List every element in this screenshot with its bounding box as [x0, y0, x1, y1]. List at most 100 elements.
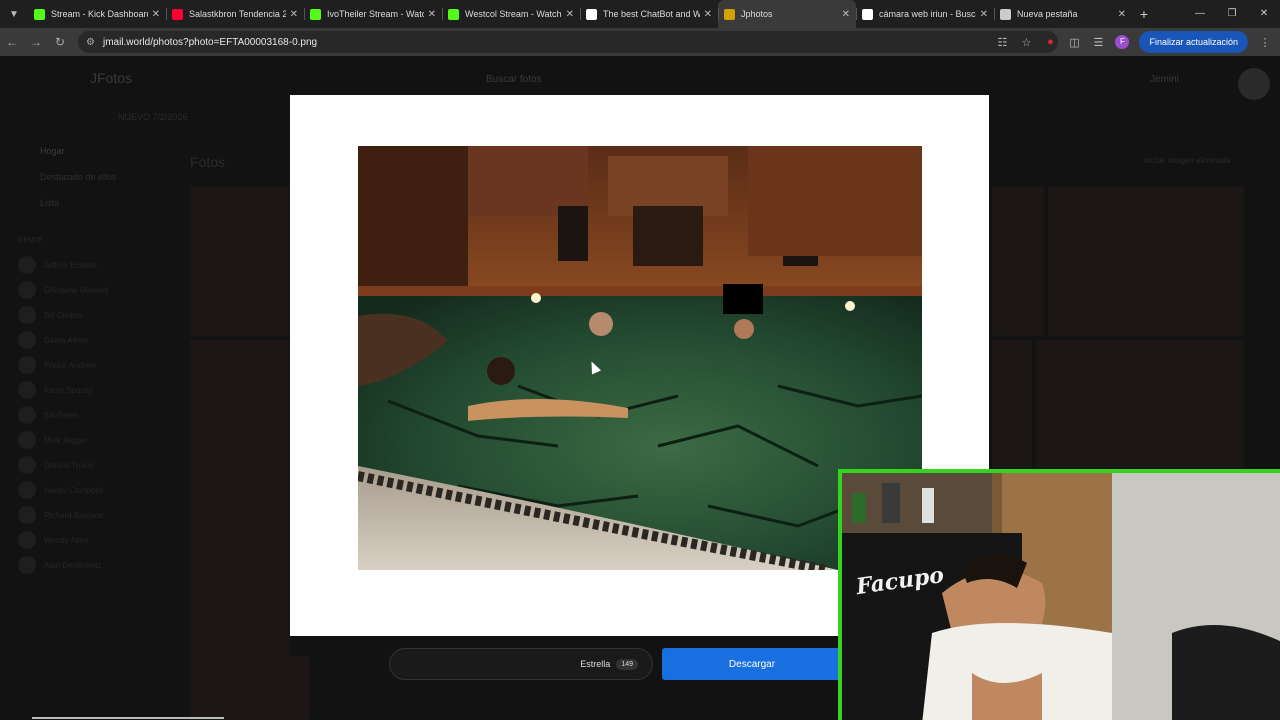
people-list-item[interactable]: Kevin Spacey	[18, 381, 108, 399]
person-name: Woody Allen	[44, 535, 89, 545]
people-list-item[interactable]: Gloria Allred	[18, 331, 108, 349]
tab-close-icon[interactable]: ✕	[566, 9, 574, 20]
download-button[interactable]: Descargar	[662, 648, 842, 680]
site-info-icon[interactable]: ⚙	[86, 37, 95, 48]
photo-thumbnail[interactable]	[190, 186, 290, 336]
sidebar-item-home[interactable]: Hogar	[40, 146, 117, 156]
restore-icon[interactable]: ❐	[1216, 0, 1248, 28]
tab-close-icon[interactable]: ✕	[704, 9, 712, 20]
people-list-item[interactable]: Donald Trump	[18, 456, 108, 474]
tab-favicon-icon	[1000, 8, 1011, 20]
person-avatar	[18, 281, 36, 299]
tab-close-icon[interactable]: ✕	[290, 9, 298, 20]
photo-thumbnail[interactable]	[1048, 186, 1244, 336]
media-queue-icon[interactable]: ☰	[1091, 36, 1105, 49]
people-list-item[interactable]: Bill Gates	[18, 406, 108, 424]
reload-icon[interactable]: ↻	[48, 35, 72, 49]
tab-bar: ▼ Stream - Kick Dashboard ✕ Salastkbron Te…	[0, 0, 1280, 28]
tab-favicon-icon	[448, 8, 459, 20]
people-heading: GENTE	[18, 237, 43, 244]
star-label: Estrella	[580, 659, 611, 669]
sidebar-item-list[interactable]: Lista	[40, 198, 117, 208]
browser-tab[interactable]: The best ChatBot and Wi ✕	[580, 0, 718, 28]
tab-title: Westcol Stream - Watch L	[465, 9, 562, 19]
person-avatar	[18, 406, 36, 424]
people-list-item[interactable]: Mick Jagger	[18, 431, 108, 449]
search-input[interactable]: Buscar fotos	[486, 74, 542, 85]
tab-favicon-icon	[34, 8, 45, 20]
browser-tab[interactable]: IvoTheiler Stream - Watch ✕	[304, 0, 442, 28]
people-list-item[interactable]: Naomi Campbell	[18, 481, 108, 499]
photo-thumbnail[interactable]	[190, 340, 290, 660]
photo-thumbnail[interactable]	[190, 656, 310, 720]
new-banner: NUEVO 7/2/2026	[118, 112, 188, 122]
sidebar-nav: Hogar Destacado de ellos Lista	[40, 146, 117, 208]
person-avatar	[18, 456, 36, 474]
tab-title: Jphotos	[741, 9, 773, 19]
address-bar[interactable]: ⚙ jmail.world/photos?photo=EFTA00003168-…	[78, 31, 1058, 53]
tab-title: IvoTheiler Stream - Watch	[327, 9, 424, 19]
progress-indicator	[32, 717, 224, 719]
tab-favicon-icon	[310, 8, 321, 20]
tab-close-icon[interactable]: ✕	[980, 9, 988, 20]
browser-tab[interactable]: Jphotos ✕	[718, 0, 856, 28]
person-name: Prince Andrew	[44, 360, 96, 370]
finish-update-button[interactable]: Finalizar actualización	[1139, 31, 1248, 53]
tab-title: Stream - Kick Dashboard	[51, 9, 148, 19]
extension-record-icon[interactable]: ●	[1043, 36, 1057, 48]
url-text: jmail.world/photos?photo=EFTA00003168-0.…	[102, 36, 318, 48]
person-avatar	[18, 331, 36, 349]
translate-icon[interactable]: ☷	[995, 36, 1009, 49]
person-avatar	[18, 556, 36, 574]
site-logo[interactable]: JFotos	[90, 70, 132, 86]
browser-tab[interactable]: Nueva pestaña ✕	[994, 0, 1132, 28]
tab-close-icon[interactable]: ✕	[152, 9, 160, 20]
photo-thumbnail[interactable]	[992, 186, 1044, 336]
browser-tab[interactable]: cámara web iriun - Busca ✕	[856, 0, 994, 28]
people-list-item[interactable]: Jeffrey Epstein	[18, 256, 108, 274]
person-name: Ghislaine Maxwell	[44, 285, 109, 295]
menu-kebab-icon[interactable]: ⋮	[1258, 36, 1272, 49]
person-avatar	[18, 431, 36, 449]
person-avatar	[18, 506, 36, 524]
people-list-item[interactable]: Prince Andrew	[18, 356, 108, 374]
new-tab-button[interactable]: +	[1132, 6, 1156, 22]
back-icon[interactable]: ←	[0, 35, 24, 49]
person-name: Naomi Campbell	[44, 485, 104, 495]
photo-thumbnail[interactable]	[1036, 340, 1244, 468]
person-avatar	[18, 356, 36, 374]
person-name: Bill Clinton	[44, 310, 82, 320]
tab-favicon-icon	[724, 8, 735, 20]
people-list-item[interactable]: Bill Clinton	[18, 306, 108, 324]
browser-tab[interactable]: Westcol Stream - Watch L ✕	[442, 0, 580, 28]
people-list-item[interactable]: Woody Allen	[18, 531, 108, 549]
minimize-icon[interactable]: —	[1184, 0, 1216, 28]
extensions-icon[interactable]: ◫	[1067, 36, 1081, 49]
profile-avatar[interactable]: F	[1115, 35, 1130, 49]
include-deleted-toggle[interactable]: Incluir imagen eliminada	[1144, 156, 1230, 165]
jemini-button[interactable]: Jemini	[1150, 74, 1179, 85]
people-list-item[interactable]: Alan Dershowitz	[18, 556, 108, 574]
user-avatar[interactable]	[1238, 68, 1270, 100]
star-button[interactable]: Estrella 149	[389, 648, 653, 680]
tab-close-icon[interactable]: ✕	[1118, 9, 1126, 20]
person-name: Richard Branson	[44, 510, 104, 520]
tab-search-icon[interactable]: ▼	[0, 0, 28, 28]
sidebar-item-featured[interactable]: Destacado de ellos	[40, 172, 117, 182]
person-avatar	[18, 481, 36, 499]
photo-thumbnail[interactable]	[992, 340, 1032, 468]
browser-tab[interactable]: Salastkbron Tendencia 20 ✕	[166, 0, 304, 28]
people-list-item[interactable]: Ghislaine Maxwell	[18, 281, 108, 299]
forward-icon[interactable]: →	[24, 35, 48, 49]
tab-favicon-icon	[862, 8, 873, 20]
close-window-icon[interactable]: ✕	[1248, 0, 1280, 28]
people-list: Jeffrey Epstein Ghislaine Maxwell Bill Cli…	[18, 256, 108, 574]
people-list-item[interactable]: Richard Branson	[18, 506, 108, 524]
tab-close-icon[interactable]: ✕	[428, 9, 436, 20]
tab-close-icon[interactable]: ✕	[842, 9, 850, 20]
browser-tab[interactable]: Stream - Kick Dashboard ✕	[28, 0, 166, 28]
person-avatar	[18, 531, 36, 549]
star-count-badge: 149	[616, 658, 638, 670]
bookmark-star-icon[interactable]: ☆	[1019, 36, 1033, 49]
person-name: Jeffrey Epstein	[44, 260, 97, 270]
